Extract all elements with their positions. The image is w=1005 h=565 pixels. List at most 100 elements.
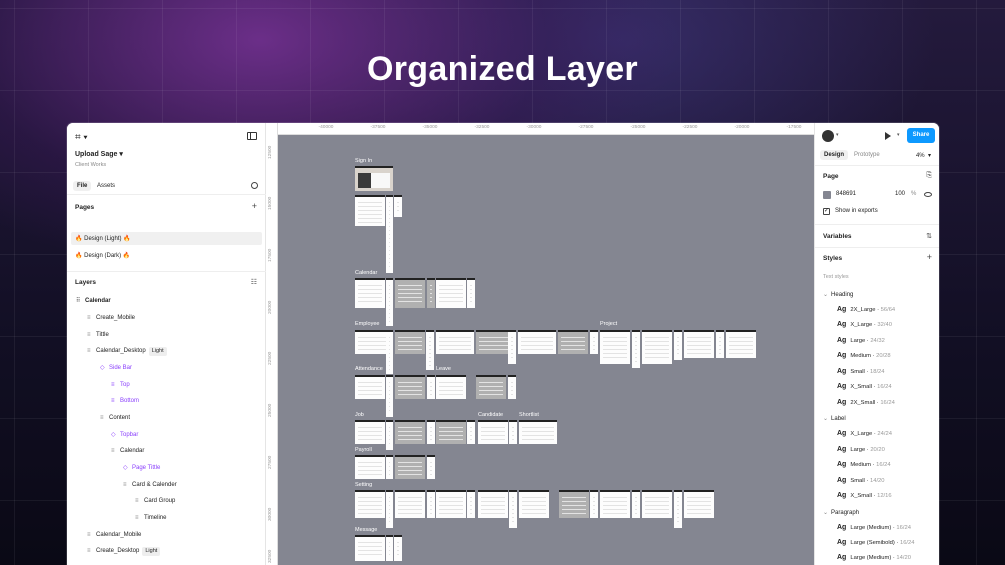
variables-settings-icon[interactable]: ⇅ xyxy=(926,232,932,240)
screen-frame[interactable] xyxy=(509,490,517,528)
page-item-light[interactable]: 🔥 Design (Light) 🔥 xyxy=(71,232,262,245)
screen-frame[interactable] xyxy=(395,455,425,479)
screen-frame[interactable] xyxy=(559,490,589,518)
screen-frame[interactable] xyxy=(395,420,425,444)
text-style-item[interactable]: Ag Small · 14/20 xyxy=(837,477,885,484)
screen-frame[interactable] xyxy=(386,420,393,450)
screen-frame[interactable] xyxy=(436,330,474,354)
screen-frame[interactable] xyxy=(395,375,425,399)
screen-frame[interactable] xyxy=(519,420,557,444)
screen-frame[interactable] xyxy=(674,490,682,528)
layer-item[interactable]: ≡ Timeline xyxy=(135,512,166,524)
text-style-item[interactable]: Ag X_Small · 16/24 xyxy=(837,383,892,390)
style-group-label[interactable]: ⌄ Label xyxy=(823,415,846,422)
layer-item[interactable]: ≡ Calendar_Desktop Light xyxy=(87,345,167,357)
screen-frame[interactable] xyxy=(355,166,393,191)
text-style-item[interactable]: Ag Medium · 20/28 xyxy=(837,352,891,359)
text-style-item[interactable]: Ag X_Large · 32/40 xyxy=(837,321,892,328)
screen-frame[interactable] xyxy=(509,420,517,444)
screen-frame[interactable] xyxy=(642,330,672,364)
screen-frame[interactable] xyxy=(467,490,475,518)
text-style-item[interactable]: Ag Large · 20/20 xyxy=(837,446,885,453)
screen-frame[interactable] xyxy=(355,490,385,518)
chevron-down-icon[interactable]: ▾ xyxy=(897,132,900,138)
toggle-sidebar-icon[interactable] xyxy=(247,132,257,140)
page-color-hex[interactable]: 848691 xyxy=(836,191,856,197)
tab-design[interactable]: Design xyxy=(820,150,849,160)
screen-frame[interactable] xyxy=(426,330,434,370)
text-style-item[interactable]: Ag Medium · 16/24 xyxy=(837,461,891,468)
screen-frame[interactable] xyxy=(394,535,402,561)
screen-frame[interactable] xyxy=(558,330,588,354)
text-style-item[interactable]: Ag 2X_Small · 16/24 xyxy=(837,399,895,406)
screen-frame[interactable] xyxy=(518,330,556,354)
screen-frame[interactable] xyxy=(395,278,425,308)
screen-frame[interactable] xyxy=(684,490,714,518)
screen-frame[interactable] xyxy=(355,375,385,399)
screen-frame[interactable] xyxy=(386,195,393,273)
project-name[interactable]: Upload Sage ▾ xyxy=(75,150,123,158)
text-style-item[interactable]: Ag X_Large · 24/24 xyxy=(837,430,892,437)
screen-frame[interactable] xyxy=(355,455,385,479)
screen-frame[interactable] xyxy=(632,490,640,518)
screen-frame[interactable] xyxy=(395,490,425,518)
screen-frame[interactable] xyxy=(436,278,466,308)
layer-item[interactable]: ≡ Bottom xyxy=(111,395,139,407)
chevron-down-icon[interactable]: ▾ xyxy=(836,132,839,138)
page-color-swatch[interactable] xyxy=(823,191,831,199)
present-play-icon[interactable] xyxy=(885,132,891,140)
share-button[interactable]: Share xyxy=(907,128,935,143)
screen-frame[interactable] xyxy=(355,420,385,444)
layer-item[interactable]: ◇ Side Bar xyxy=(100,362,132,374)
layer-item[interactable]: ≡ Calendar xyxy=(111,445,144,457)
screen-frame[interactable] xyxy=(684,330,714,358)
visibility-eye-icon[interactable] xyxy=(924,192,932,197)
avatar[interactable] xyxy=(822,130,834,142)
screen-frame[interactable] xyxy=(394,195,402,217)
screen-frame[interactable] xyxy=(478,490,508,518)
text-style-item[interactable]: Ag Large · 24/32 xyxy=(837,337,885,344)
tab-assets[interactable]: Assets xyxy=(93,181,119,191)
screen-frame[interactable] xyxy=(436,490,466,518)
screen-frame[interactable] xyxy=(355,195,385,226)
screen-frame[interactable] xyxy=(355,535,385,561)
text-style-item[interactable]: Ag Large (Semibold) · 16/24 xyxy=(837,539,914,546)
layer-item[interactable]: ◇ Page Tittle xyxy=(123,462,160,474)
screen-frame[interactable] xyxy=(427,278,435,308)
screen-frame[interactable] xyxy=(590,330,598,354)
tab-file[interactable]: File xyxy=(73,181,92,191)
layer-item[interactable]: ◇ Topbar xyxy=(111,429,138,441)
screen-frame[interactable] xyxy=(674,330,682,360)
style-group-paragraph[interactable]: ⌄ Paragraph xyxy=(823,509,859,516)
screen-frame[interactable] xyxy=(478,420,508,444)
add-page-icon[interactable]: + xyxy=(252,202,257,211)
text-style-item[interactable]: Ag Large (Medium) · 16/24 xyxy=(837,524,911,531)
screen-frame[interactable] xyxy=(427,375,435,399)
screen-frame[interactable] xyxy=(519,490,549,518)
tab-prototype[interactable]: Prototype xyxy=(850,150,884,160)
layer-item[interactable]: ≡ Content xyxy=(100,412,130,424)
show-in-exports-checkbox[interactable]: ✓ xyxy=(823,208,830,215)
screen-frame[interactable] xyxy=(427,420,435,444)
search-icon[interactable] xyxy=(251,182,258,189)
export-settings-icon[interactable]: ⎘ xyxy=(926,172,932,180)
screen-frame[interactable] xyxy=(726,330,756,358)
screen-frame[interactable] xyxy=(386,455,393,479)
page-opacity[interactable]: 100 xyxy=(895,191,905,197)
layer-item-calendar-page[interactable]: ⠿ Calendar xyxy=(76,295,111,307)
layer-item[interactable]: ≡ Card & Calender xyxy=(123,479,177,491)
screen-frame[interactable] xyxy=(590,490,598,518)
zoom-level[interactable]: 4% ▾ xyxy=(916,152,931,159)
screen-frame[interactable] xyxy=(386,490,393,528)
screen-frame[interactable] xyxy=(395,330,425,354)
text-style-item[interactable]: Ag 2X_Large · 56/64 xyxy=(837,306,895,313)
screen-frame[interactable] xyxy=(632,330,640,368)
screen-frame[interactable] xyxy=(642,490,672,518)
add-style-icon[interactable]: + xyxy=(927,252,932,262)
layer-item[interactable]: ≡ Calendar_Mobile xyxy=(87,529,141,541)
text-style-item[interactable]: Ag Large (Medium) · 14/20 xyxy=(837,554,911,561)
screen-frame[interactable] xyxy=(386,535,393,561)
screen-frame[interactable] xyxy=(427,490,435,518)
screen-frame[interactable] xyxy=(355,278,385,308)
screen-frame[interactable] xyxy=(436,375,466,399)
